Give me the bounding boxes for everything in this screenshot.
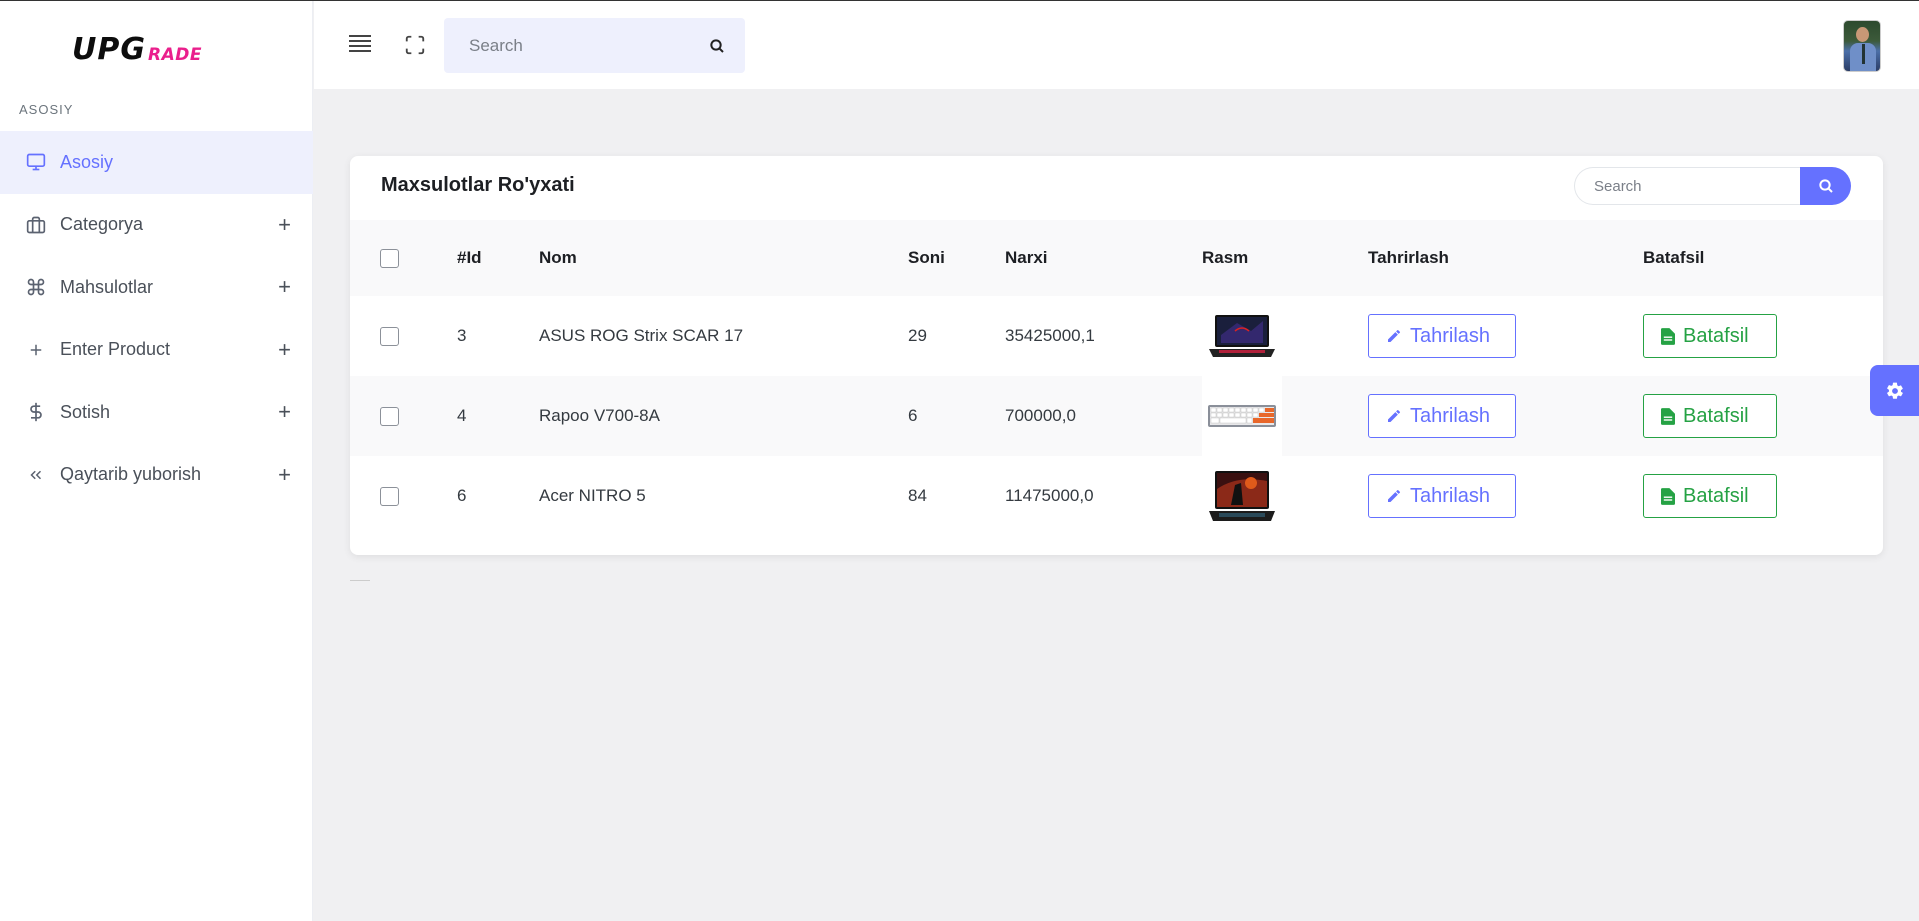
sidebar-item-label: Mahsulotlar [60, 276, 154, 297]
details-button-label: Batafsil [1683, 404, 1749, 427]
brand-logo[interactable]: UPG RADE [72, 31, 202, 67]
column-header-batafsil: Batafsil [1643, 248, 1705, 267]
window-top-border [0, 0, 1919, 1]
select-all-checkbox[interactable] [380, 248, 399, 268]
cell-id: 6 [457, 486, 467, 505]
sidebar-item-label: Enter Product [60, 339, 171, 360]
table-row: 3 ASUS ROG Strix SCAR 17 29 35425000,1 T… [350, 296, 1883, 376]
sidebar-item-label: Qaytarib yuborish [60, 464, 202, 485]
sidebar-item-label: Sotish [60, 401, 111, 422]
sidebar-item-asosiy[interactable]: Asosiy [0, 131, 313, 194]
row-checkbox[interactable] [380, 486, 399, 506]
edit-button-label: Tahrilash [1410, 484, 1491, 507]
sidebar-item-mahsulotlar[interactable]: Mahsulotlar + [0, 256, 313, 319]
column-header-rasm: Rasm [1202, 248, 1249, 267]
row-checkbox[interactable] [380, 406, 399, 426]
divider [350, 580, 370, 581]
edit-button[interactable]: Tahrilash [1368, 314, 1516, 358]
gear-icon [1886, 382, 1903, 399]
details-button[interactable]: Batafsil [1643, 474, 1777, 518]
search-icon [1818, 179, 1833, 193]
cell-narxi: 700000,0 [1005, 406, 1076, 425]
sidebar-item-enter-product[interactable]: Enter Product + [0, 319, 313, 382]
dollar-icon [25, 401, 47, 423]
table-row: 6 Acer NITRO 5 84 11475000,0 Tahrilash B… [350, 456, 1883, 536]
column-header-tahrirlash: Tahrirlash [1368, 248, 1449, 267]
command-icon [25, 276, 47, 298]
settings-toggle-button[interactable] [1870, 365, 1919, 416]
row-checkbox[interactable] [380, 326, 399, 346]
logo-text-rade: RADE [147, 45, 202, 65]
column-header-id: #Id [457, 248, 482, 267]
cell-id: 3 [457, 326, 467, 345]
sidebar-item-label: Asosiy [60, 151, 114, 172]
pencil-icon [1388, 489, 1401, 502]
cell-narxi: 35425000,1 [1005, 326, 1095, 345]
expand-plus-icon[interactable]: + [278, 399, 291, 425]
cell-nom: Acer NITRO 5 [539, 486, 646, 505]
edit-button[interactable]: Tahrilash [1368, 474, 1516, 518]
search-icon [710, 38, 724, 53]
products-table: #Id Nom Soni Narxi Rasm Tahrirlash Bataf… [350, 220, 1883, 536]
document-icon [1661, 407, 1675, 425]
cell-soni: 29 [908, 326, 927, 345]
edit-button[interactable]: Tahrilash [1368, 394, 1516, 438]
top-search-input[interactable] [444, 35, 684, 56]
column-header-nom: Nom [539, 248, 577, 267]
briefcase-icon [25, 214, 47, 236]
card-search [1574, 167, 1851, 205]
cell-nom: Rapoo V700-8A [539, 406, 660, 425]
cell-soni: 84 [908, 486, 927, 505]
user-avatar[interactable] [1843, 20, 1881, 72]
laptop-rog-image [1202, 296, 1282, 376]
document-icon [1661, 327, 1675, 345]
pencil-icon [1388, 329, 1401, 342]
sidebar-nav: Asosiy Categorya + Mahsulotlar + Enter P… [0, 131, 313, 506]
monitor-icon [25, 151, 47, 173]
top-search-button[interactable] [689, 18, 745, 73]
card-title: Maxsulotlar Ro'yxati [381, 174, 575, 196]
card-search-button[interactable] [1800, 167, 1851, 205]
sidebar-item-qaytarib-yuborish[interactable]: Qaytarib yuborish + [0, 444, 313, 507]
top-navbar [314, 1, 1919, 89]
products-card: Maxsulotlar Ro'yxati #Id Nom Soni Narxi … [350, 156, 1883, 555]
edit-button-label: Tahrilash [1410, 404, 1491, 427]
sidebar-section-label: ASOSIY [19, 102, 74, 117]
details-button-label: Batafsil [1683, 484, 1749, 507]
cell-soni: 6 [908, 406, 918, 425]
sidebar-item-categorya[interactable]: Categorya + [0, 194, 313, 257]
expand-plus-icon[interactable]: + [278, 462, 291, 488]
keyboard-image [1202, 376, 1282, 456]
column-header-narxi: Narxi [1005, 248, 1048, 267]
document-icon [1661, 487, 1675, 505]
cell-nom: ASUS ROG Strix SCAR 17 [539, 326, 744, 345]
chevrons-left-icon [25, 464, 47, 486]
sidebar: UPG RADE ASOSIY Asosiy Categorya + Mahsu… [0, 1, 313, 921]
sidebar-item-sotish[interactable]: Sotish + [0, 381, 313, 444]
pencil-icon [1388, 409, 1401, 422]
menu-toggle-icon[interactable] [349, 35, 371, 53]
table-row: 4 Rapoo V700-8A 6 700000,0 Tahrilash Bat… [350, 376, 1883, 456]
details-button[interactable]: Batafsil [1643, 394, 1777, 438]
column-header-soni: Soni [908, 248, 945, 267]
logo-text-upg: UPG [72, 32, 146, 67]
expand-plus-icon[interactable]: + [278, 212, 291, 238]
edit-button-label: Tahrilash [1410, 324, 1491, 347]
top-search [444, 18, 745, 73]
expand-plus-icon[interactable]: + [278, 337, 291, 363]
expand-plus-icon[interactable]: + [278, 274, 291, 300]
details-button[interactable]: Batafsil [1643, 314, 1777, 358]
cell-id: 4 [457, 406, 467, 425]
card-search-input[interactable] [1574, 167, 1804, 205]
cell-narxi: 11475000,0 [1005, 486, 1094, 505]
plus-icon [25, 339, 47, 361]
details-button-label: Batafsil [1683, 324, 1749, 347]
sidebar-item-label: Categorya [60, 214, 144, 235]
fullscreen-icon[interactable] [404, 34, 426, 56]
table-header-row: #Id Nom Soni Narxi Rasm Tahrirlash Bataf… [350, 220, 1883, 296]
laptop-nitro-image [1202, 456, 1282, 536]
